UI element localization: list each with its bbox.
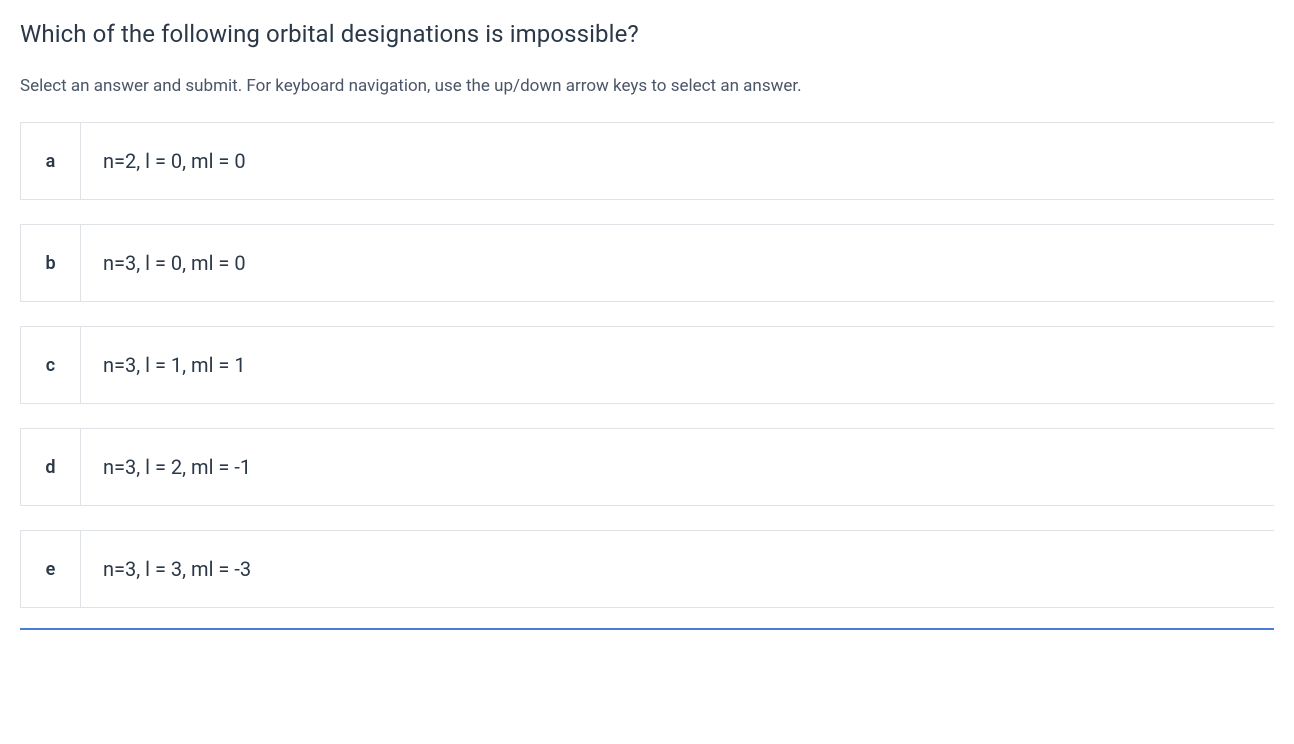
- option-key: a: [21, 123, 81, 199]
- option-c[interactable]: c n=3, l = 1, ml = 1: [20, 326, 1274, 404]
- question-title: Which of the following orbital designati…: [20, 20, 1274, 48]
- option-key: b: [21, 225, 81, 301]
- option-b[interactable]: b n=3, l = 0, ml = 0: [20, 224, 1274, 302]
- option-text: n=3, l = 1, ml = 1: [81, 327, 1274, 403]
- option-text: n=2, l = 0, ml = 0: [81, 123, 1274, 199]
- option-text: n=3, l = 2, ml = -1: [81, 429, 1274, 505]
- options-list: a n=2, l = 0, ml = 0 b n=3, l = 0, ml = …: [20, 122, 1274, 608]
- question-instructions: Select an answer and submit. For keyboar…: [20, 76, 1274, 96]
- option-key: c: [21, 327, 81, 403]
- divider-line: [20, 628, 1274, 630]
- option-key: d: [21, 429, 81, 505]
- option-a[interactable]: a n=2, l = 0, ml = 0: [20, 122, 1274, 200]
- option-text: n=3, l = 0, ml = 0: [81, 225, 1274, 301]
- option-text: n=3, l = 3, ml = -3: [81, 531, 1274, 607]
- option-key: e: [21, 531, 81, 607]
- option-e[interactable]: e n=3, l = 3, ml = -3: [20, 530, 1274, 608]
- option-d[interactable]: d n=3, l = 2, ml = -1: [20, 428, 1274, 506]
